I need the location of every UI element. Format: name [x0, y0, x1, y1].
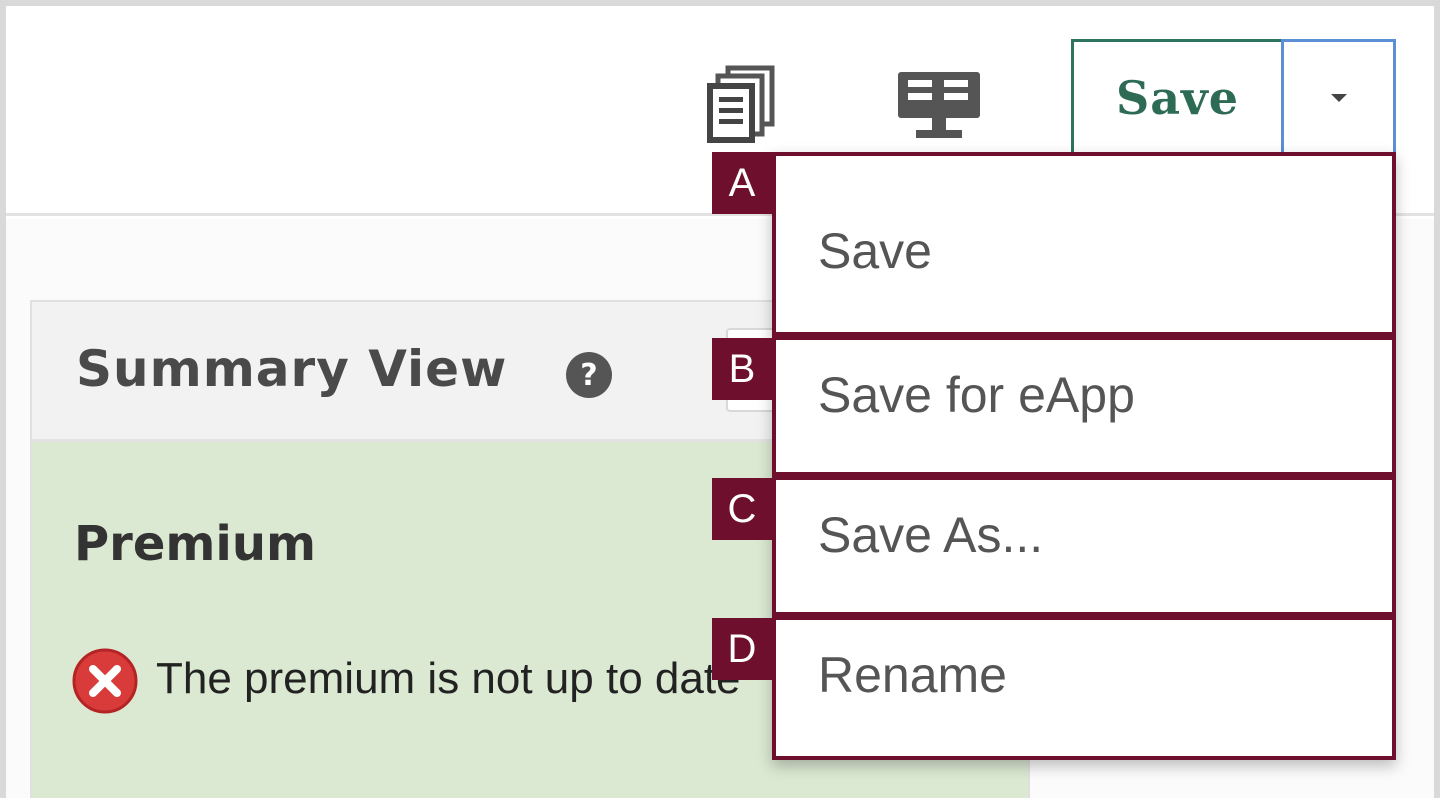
caret-down-icon — [1330, 94, 1347, 102]
save-dropdown-menu: Save Save for eApp Save As... Rename — [772, 152, 1396, 760]
callout-badge-d: D — [712, 618, 772, 680]
callout-badge-c: C — [712, 478, 772, 540]
callout-badge-a: A — [712, 152, 772, 214]
svg-text:?: ? — [580, 358, 597, 393]
app-frame: Save Summary View ? Premium The premium … — [6, 6, 1434, 798]
presentation-screen-icon[interactable] — [894, 68, 984, 142]
copy-pages-icon[interactable] — [706, 64, 778, 144]
help-question-icon[interactable]: ? — [564, 350, 614, 400]
menu-item-save-for-eapp[interactable]: Save for eApp — [772, 336, 1396, 476]
callout-badge-b: B — [712, 338, 772, 400]
menu-item-label: Rename — [818, 647, 1007, 703]
menu-item-label: Save for eApp — [818, 367, 1135, 423]
summary-title: Summary View — [76, 340, 508, 398]
menu-item-save-as[interactable]: Save As... — [772, 476, 1396, 616]
premium-section-title: Premium — [74, 516, 317, 572]
save-button[interactable]: Save — [1071, 39, 1281, 157]
menu-item-label: Save — [818, 223, 932, 279]
save-split-button: Save — [1071, 39, 1396, 157]
error-x-icon — [72, 648, 138, 714]
save-dropdown-toggle[interactable] — [1281, 39, 1396, 157]
menu-item-save[interactable]: Save — [772, 152, 1396, 336]
premium-error-text: The premium is not up to date — [156, 654, 741, 703]
menu-item-label: Save As... — [818, 507, 1044, 563]
menu-item-rename[interactable]: Rename — [772, 616, 1396, 760]
